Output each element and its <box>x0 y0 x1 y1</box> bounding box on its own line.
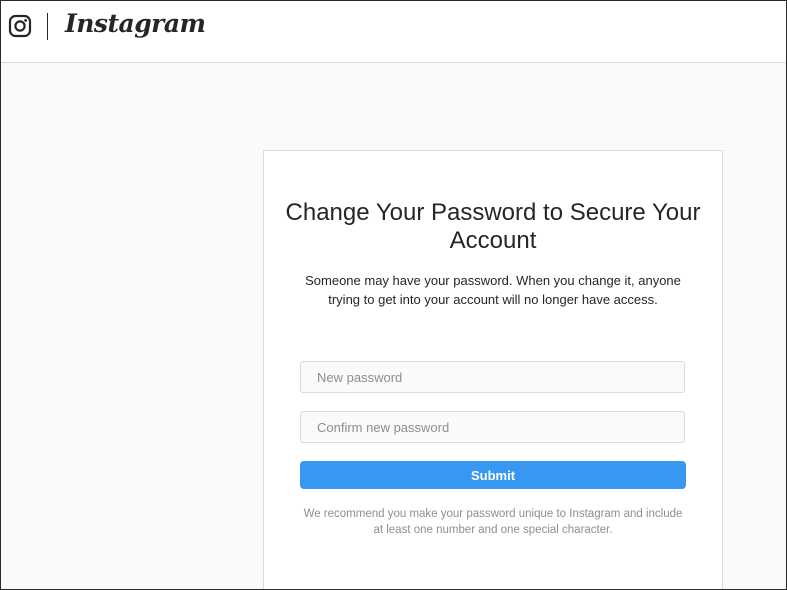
instagram-wordmark-logo[interactable]: Instagram <box>65 9 206 38</box>
password-recommendation-hint: We recommend you make your password uniq… <box>303 508 683 536</box>
browser-viewport: Instagram Change Your Password to Secure… <box>0 0 787 590</box>
logo-divider <box>47 13 48 40</box>
confirm-password-input[interactable] <box>300 411 685 443</box>
submit-button[interactable]: Submit <box>300 461 686 489</box>
new-password-input[interactable] <box>300 361 685 393</box>
page-title: Change Your Password to Secure Your Acco… <box>285 199 701 254</box>
security-description: Someone may have your password. When you… <box>305 273 681 307</box>
instagram-camera-icon[interactable] <box>8 14 32 38</box>
top-navigation-bar: Instagram <box>1 1 786 63</box>
change-password-card: Change Your Password to Secure Your Acco… <box>263 150 723 589</box>
